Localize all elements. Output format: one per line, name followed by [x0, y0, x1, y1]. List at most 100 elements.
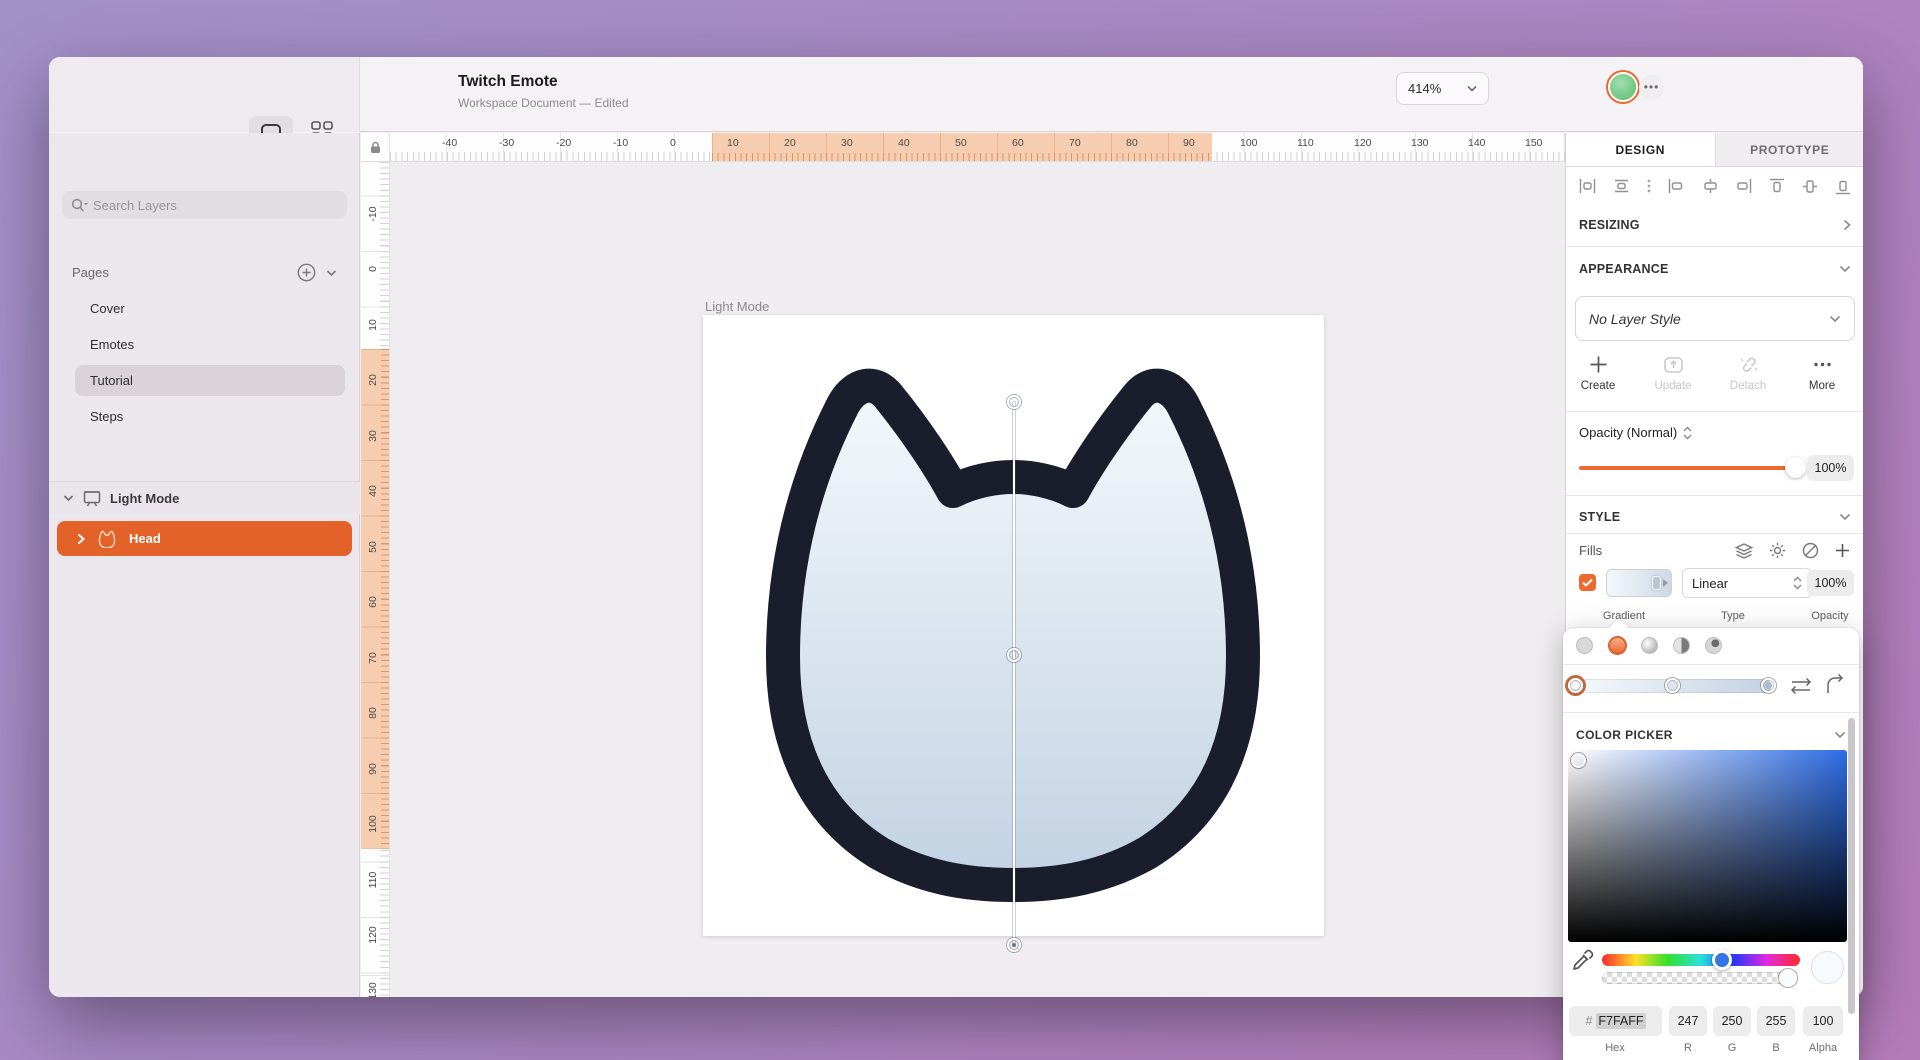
- gradient-stop-handle-bottom[interactable]: [1007, 938, 1021, 952]
- hue-slider-handle[interactable]: [1712, 950, 1732, 970]
- artboard-title[interactable]: Light Mode: [705, 299, 769, 314]
- gradient-stop-last[interactable]: [1761, 678, 1776, 693]
- saturation-brightness-square[interactable]: [1568, 750, 1847, 942]
- gradient-stop-first-selected[interactable]: [1568, 678, 1583, 693]
- disable-fill-icon[interactable]: [1802, 542, 1819, 559]
- blend-opacity-header[interactable]: Opacity (Normal): [1579, 425, 1692, 440]
- align-center-horizontal-icon[interactable]: [1702, 178, 1719, 194]
- rotate-gradient-icon[interactable]: [1825, 674, 1847, 696]
- red-input[interactable]: 247: [1669, 1006, 1707, 1036]
- v-ruler-number: 80: [367, 703, 379, 723]
- fill-presets-icon[interactable]: [1735, 543, 1753, 559]
- h-ruler-number: -40: [442, 137, 457, 149]
- page-item-tutorial[interactable]: Tutorial: [75, 365, 345, 396]
- align-right-icon[interactable]: [1735, 178, 1752, 194]
- vertical-ruler[interactable]: -100102030405060708090100110120130: [361, 162, 390, 997]
- resizing-section-header[interactable]: RESIZING: [1566, 209, 1863, 241]
- alpha-input[interactable]: 100: [1803, 1006, 1843, 1036]
- style-section-header[interactable]: STYLE: [1566, 501, 1863, 533]
- fill-type-flat-button[interactable]: [1576, 637, 1593, 654]
- v-ruler-number: 20: [367, 370, 379, 390]
- v-ruler-number: 50: [367, 537, 379, 557]
- fill-column-type: Type: [1721, 610, 1745, 622]
- color-picker-cursor[interactable]: [1571, 753, 1586, 768]
- page-item-steps[interactable]: Steps: [75, 401, 345, 432]
- gradient-stop-handle-top[interactable]: [1007, 395, 1021, 409]
- hue-slider[interactable]: [1602, 954, 1800, 966]
- gradient-axis-line[interactable]: [1013, 402, 1015, 945]
- h-ruler-number: 60: [1012, 137, 1024, 149]
- hex-input[interactable]: # F7FAFF: [1569, 1006, 1662, 1036]
- tab-prototype[interactable]: PROTOTYPE: [1715, 133, 1864, 166]
- style-more-button[interactable]: More: [1787, 355, 1857, 392]
- ruler-corner[interactable]: [361, 133, 390, 162]
- fill-settings-gear-icon[interactable]: [1769, 542, 1786, 559]
- gradient-popover-indicator: [1652, 576, 1661, 590]
- stepper-chevrons-icon: [1793, 576, 1802, 590]
- fill-type-linear-gradient-button[interactable]: [1609, 637, 1626, 654]
- distribute-more-icon[interactable]: [1647, 178, 1651, 194]
- h-ruler-number: -10: [613, 137, 628, 149]
- chevron-down-icon[interactable]: [63, 494, 74, 502]
- detach-style-icon: [1738, 355, 1759, 374]
- h-ruler-number: 80: [1126, 137, 1138, 149]
- align-bottom-icon[interactable]: [1835, 178, 1851, 195]
- pages-collapse-chevron-icon[interactable]: [326, 269, 337, 277]
- opacity-value[interactable]: 100%: [1807, 455, 1854, 481]
- collaborate-button[interactable]: •••: [1610, 74, 1664, 100]
- alpha-slider-handle[interactable]: [1779, 969, 1797, 987]
- align-center-vertical-icon[interactable]: [1802, 178, 1818, 195]
- h-ruler-number: 20: [784, 137, 796, 149]
- blue-input[interactable]: 255: [1757, 1006, 1795, 1036]
- horizontal-ruler[interactable]: -40-30-20-100102030405060708090100110120…: [390, 133, 1565, 162]
- green-input[interactable]: 250: [1713, 1006, 1751, 1036]
- collaborator-avatar: [1610, 74, 1636, 100]
- artboard-row-light-mode[interactable]: Light Mode: [49, 481, 360, 514]
- distribute-vertically-icon[interactable]: [1613, 178, 1630, 194]
- plus-icon: [1589, 355, 1608, 374]
- style-detach-button[interactable]: Detach: [1713, 355, 1783, 392]
- flip-gradient-icon[interactable]: [1787, 676, 1815, 696]
- gradient-stop-handle-middle[interactable]: [1007, 648, 1021, 662]
- gradient-stop-middle[interactable]: [1665, 678, 1680, 693]
- h-ruler-number: 130: [1411, 137, 1429, 149]
- h-ruler-number: 140: [1468, 137, 1486, 149]
- distribute-horizontally-icon[interactable]: [1579, 178, 1596, 194]
- page-item-emotes[interactable]: Emotes: [75, 329, 345, 360]
- zoom-level-dropdown[interactable]: 414%: [1396, 72, 1489, 105]
- search-layers-field[interactable]: [62, 191, 347, 219]
- fill-type-angular-gradient-button[interactable]: [1673, 637, 1690, 654]
- appearance-section-header[interactable]: APPEARANCE: [1566, 253, 1863, 285]
- fill-opacity-value[interactable]: 100%: [1807, 570, 1854, 596]
- align-top-icon[interactable]: [1769, 178, 1785, 195]
- add-page-icon[interactable]: [297, 263, 316, 282]
- layer-style-dropdown[interactable]: No Layer Style: [1575, 296, 1855, 341]
- fill-type-radial-gradient-button[interactable]: [1641, 637, 1658, 654]
- gradient-popover: COLOR PICKER # F7FAFF 247 250 255 100 He…: [1563, 628, 1859, 1060]
- chevron-down-icon: [1834, 731, 1846, 739]
- color-picker-header[interactable]: COLOR PICKER: [1563, 720, 1859, 750]
- style-create-button[interactable]: Create: [1563, 355, 1633, 392]
- popover-scrollbar[interactable]: [1848, 718, 1855, 1014]
- fill-enabled-checkbox[interactable]: [1579, 574, 1596, 591]
- style-update-button[interactable]: Update: [1638, 355, 1708, 392]
- add-fill-icon[interactable]: [1835, 543, 1850, 558]
- fill-gradient-swatch[interactable]: [1606, 569, 1672, 597]
- eyedropper-icon[interactable]: [1571, 948, 1595, 972]
- canvas-area[interactable]: Light Mode -40-30-20-100102030: [361, 133, 1565, 997]
- alpha-slider[interactable]: [1602, 972, 1795, 984]
- tab-design[interactable]: DESIGN: [1566, 133, 1715, 166]
- page-item-cover[interactable]: Cover: [75, 293, 345, 324]
- chevron-right-icon[interactable]: [77, 533, 85, 545]
- opacity-slider[interactable]: [1579, 466, 1796, 470]
- h-ruler-number: 30: [841, 137, 853, 149]
- opacity-slider-handle[interactable]: [1785, 457, 1806, 478]
- layer-style-value: No Layer Style: [1589, 311, 1681, 327]
- search-input[interactable]: [93, 198, 293, 213]
- fill-type-dropdown[interactable]: Linear: [1682, 568, 1812, 598]
- h-ruler-number: 90: [1183, 137, 1195, 149]
- align-left-icon[interactable]: [1668, 178, 1685, 194]
- layer-row-head-selected[interactable]: Head: [57, 521, 352, 556]
- fill-type-image-button[interactable]: [1705, 637, 1722, 654]
- gradient-stop-bar[interactable]: [1573, 679, 1771, 693]
